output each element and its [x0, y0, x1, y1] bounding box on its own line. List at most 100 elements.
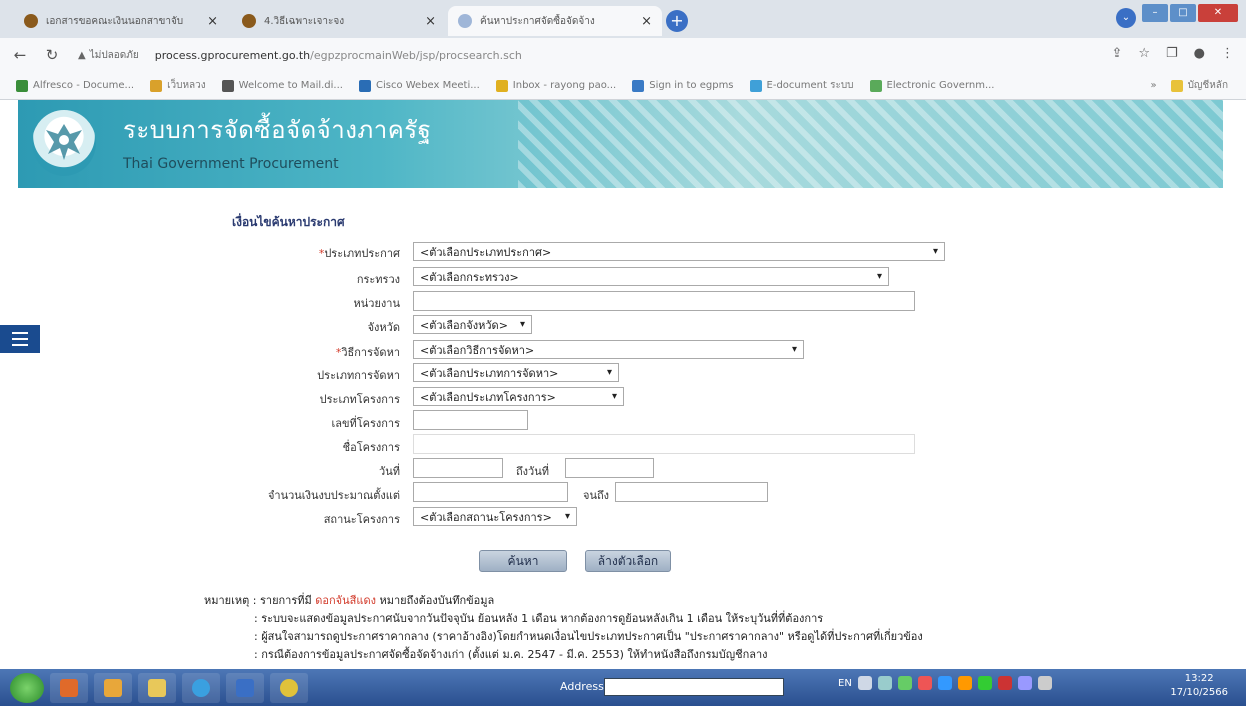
word-icon [236, 678, 254, 697]
bookmark-star-icon[interactable]: ☆ [1138, 46, 1150, 61]
tray-icon[interactable] [997, 676, 1012, 690]
url-field[interactable]: process.gprocurement.go.th/egpzprocmainW… [155, 49, 522, 62]
search-button[interactable]: ค้นหา [479, 550, 567, 572]
bookmark-folder[interactable]: บัญชีหลัก [1170, 78, 1228, 93]
browser-tab[interactable]: เอกสารขอคณะเงินนอกสาขาจับ × [14, 6, 228, 36]
date-to-label: ถึงวันที่ [516, 465, 549, 478]
bookmarks-more-icon[interactable]: » [1150, 80, 1156, 91]
agency-label: หน่วยงาน [353, 297, 400, 310]
project-type-select[interactable]: <ตัวเลือกประเภทโครงการ> ▾ [413, 387, 624, 406]
budget-to-input[interactable] [615, 482, 768, 502]
bookmark-label: Inbox - rayong pao... [512, 80, 617, 91]
tab-close-icon[interactable]: × [425, 14, 436, 29]
notes-section: หมายเหตุ : รายการที่มี ดอกจันสีแดง หมายถ… [204, 592, 923, 664]
taskbar-address-label: Address [560, 680, 604, 693]
chevron-down-icon: ▾ [791, 344, 797, 355]
date-to-input[interactable] [565, 458, 654, 478]
announce-type-select[interactable]: <ตัวเลือกประเภทประกาศ> ▾ [413, 242, 945, 261]
taskbar-app[interactable] [50, 672, 88, 703]
bookmark-folder-label: บัญชีหลัก [1187, 80, 1228, 91]
garuda-emblem-icon [46, 124, 82, 160]
new-tab-button[interactable]: + [666, 10, 688, 32]
menu-kebab-icon[interactable]: ⋮ [1221, 46, 1234, 61]
province-select[interactable]: <ตัวเลือกจังหวัด> ▾ [413, 315, 532, 334]
project-name-label: ชื่อโครงการ [342, 441, 400, 454]
ministry-select[interactable]: <ตัวเลือกกระทรวง> ▾ [413, 267, 889, 286]
language-indicator[interactable]: EN [838, 678, 852, 689]
maximize-icon[interactable]: □ [1170, 4, 1196, 22]
tab-favicon-icon [242, 14, 256, 28]
taskbar-app[interactable] [94, 672, 132, 703]
method-label: *วิธีการจัดหา [335, 346, 400, 359]
tab-search-icon[interactable]: ⌄ [1116, 8, 1136, 28]
note-required: หมายเหตุ : รายการที่มี ดอกจันสีแดง หมายถ… [204, 594, 495, 607]
clear-button[interactable]: ล้างตัวเลือก [585, 550, 671, 572]
bookmark-item[interactable]: Cisco Webex Meeti... [358, 79, 480, 92]
side-panel-icon[interactable]: ❐ [1166, 46, 1178, 61]
agency-input[interactable] [413, 291, 915, 311]
procure-type-select[interactable]: <ตัวเลือกประเภทการจัดหา> ▾ [413, 363, 619, 382]
tab-close-icon[interactable]: × [641, 14, 652, 29]
bookmark-item[interactable]: Inbox - rayong pao... [495, 79, 617, 92]
url-host: process.gprocurement.go.th [154, 48, 311, 62]
status-label: สถานะโครงการ [323, 513, 400, 526]
taskbar-address-input[interactable] [604, 678, 784, 696]
tab-title: เอกสารขอคณะเงินนอกสาขาจับ [46, 15, 184, 27]
tab-close-icon[interactable]: × [207, 14, 218, 29]
taskbar-app[interactable] [138, 672, 176, 703]
date-label: วันที่ [379, 465, 400, 478]
speaker-icon[interactable] [1037, 676, 1052, 690]
bookmark-icon [358, 79, 371, 92]
bookmark-item[interactable]: เว็บหลวง [150, 78, 206, 93]
start-button-icon[interactable] [10, 672, 44, 703]
folder-icon [1170, 79, 1183, 92]
profile-avatar-icon[interactable]: ● [1194, 46, 1205, 61]
date-from-input[interactable] [413, 458, 503, 478]
taskbar-app[interactable] [270, 672, 308, 703]
tray-icon[interactable] [957, 676, 972, 690]
chevron-down-icon: ▾ [519, 319, 525, 330]
budget-to-label: จนถึง [583, 489, 609, 502]
url-path: /egpzprocmainWeb/jsp/procsearch.sch [310, 48, 522, 62]
tray-icon[interactable] [877, 676, 892, 690]
menu-hamburger-icon[interactable] [0, 325, 40, 353]
bookmark-item[interactable]: Sign in to egpms [632, 79, 734, 92]
browser-tab-bar: เอกสารขอคณะเงินนอกสาขาจับ × 4.วิธีเฉพาะเ… [0, 0, 1246, 38]
ministry-label: กระทรวง [356, 273, 400, 286]
taskbar-clock[interactable]: 13:22 17/10/2566 [1170, 672, 1228, 700]
share-icon[interactable]: ⇪ [1111, 46, 1122, 61]
browser-tab-active[interactable]: ค้นหาประกาศจัดซื้อจัดจ้าง × [448, 6, 662, 36]
taskbar-app[interactable] [226, 672, 264, 703]
tray-icon[interactable] [897, 676, 912, 690]
close-window-icon[interactable]: ✕ [1198, 4, 1238, 22]
chevron-down-icon: ▾ [564, 511, 570, 522]
status-select[interactable]: <ตัวเลือกสถานะโครงการ> ▾ [413, 507, 577, 526]
province-label: จังหวัด [367, 321, 400, 334]
internet-explorer-icon [192, 678, 210, 697]
bookmark-item[interactable]: Alfresco - Docume... [16, 79, 134, 92]
bookmark-item[interactable]: Welcome to Mail.di... [221, 79, 343, 92]
tray-icon[interactable] [937, 676, 952, 690]
back-icon[interactable]: ← [8, 46, 32, 64]
bookmark-label: Cisco Webex Meeti... [375, 80, 480, 91]
project-name-input[interactable] [413, 434, 915, 454]
browser-tab[interactable]: 4.วิธีเฉพาะเจาะจง × [232, 6, 446, 36]
tray-icon[interactable] [1017, 676, 1032, 690]
bookmark-item[interactable]: E-document ระบบ [749, 78, 854, 93]
bookmark-item[interactable]: Electronic Governm... [869, 79, 995, 92]
bookmark-icon [150, 79, 163, 92]
reload-icon[interactable]: ↻ [40, 46, 64, 64]
budget-from-input[interactable] [413, 482, 568, 502]
security-indicator[interactable]: ▲ ไม่ปลอดภัย [78, 48, 139, 63]
taskbar-app[interactable] [182, 672, 220, 703]
minimize-icon[interactable]: – [1142, 4, 1168, 22]
tray-icon[interactable] [977, 676, 992, 690]
project-no-input[interactable] [413, 410, 528, 430]
tray-icon[interactable] [857, 676, 872, 690]
procure-type-label: ประเภทการจัดหา [317, 369, 400, 382]
bookmark-label: E-document ระบบ [766, 80, 854, 91]
bookmark-icon [16, 79, 28, 92]
tray-icon[interactable] [917, 676, 932, 690]
banner-subtitle: Thai Government Procurement [123, 156, 339, 172]
method-select[interactable]: <ตัวเลือกวิธีการจัดหา> ▾ [413, 340, 804, 359]
